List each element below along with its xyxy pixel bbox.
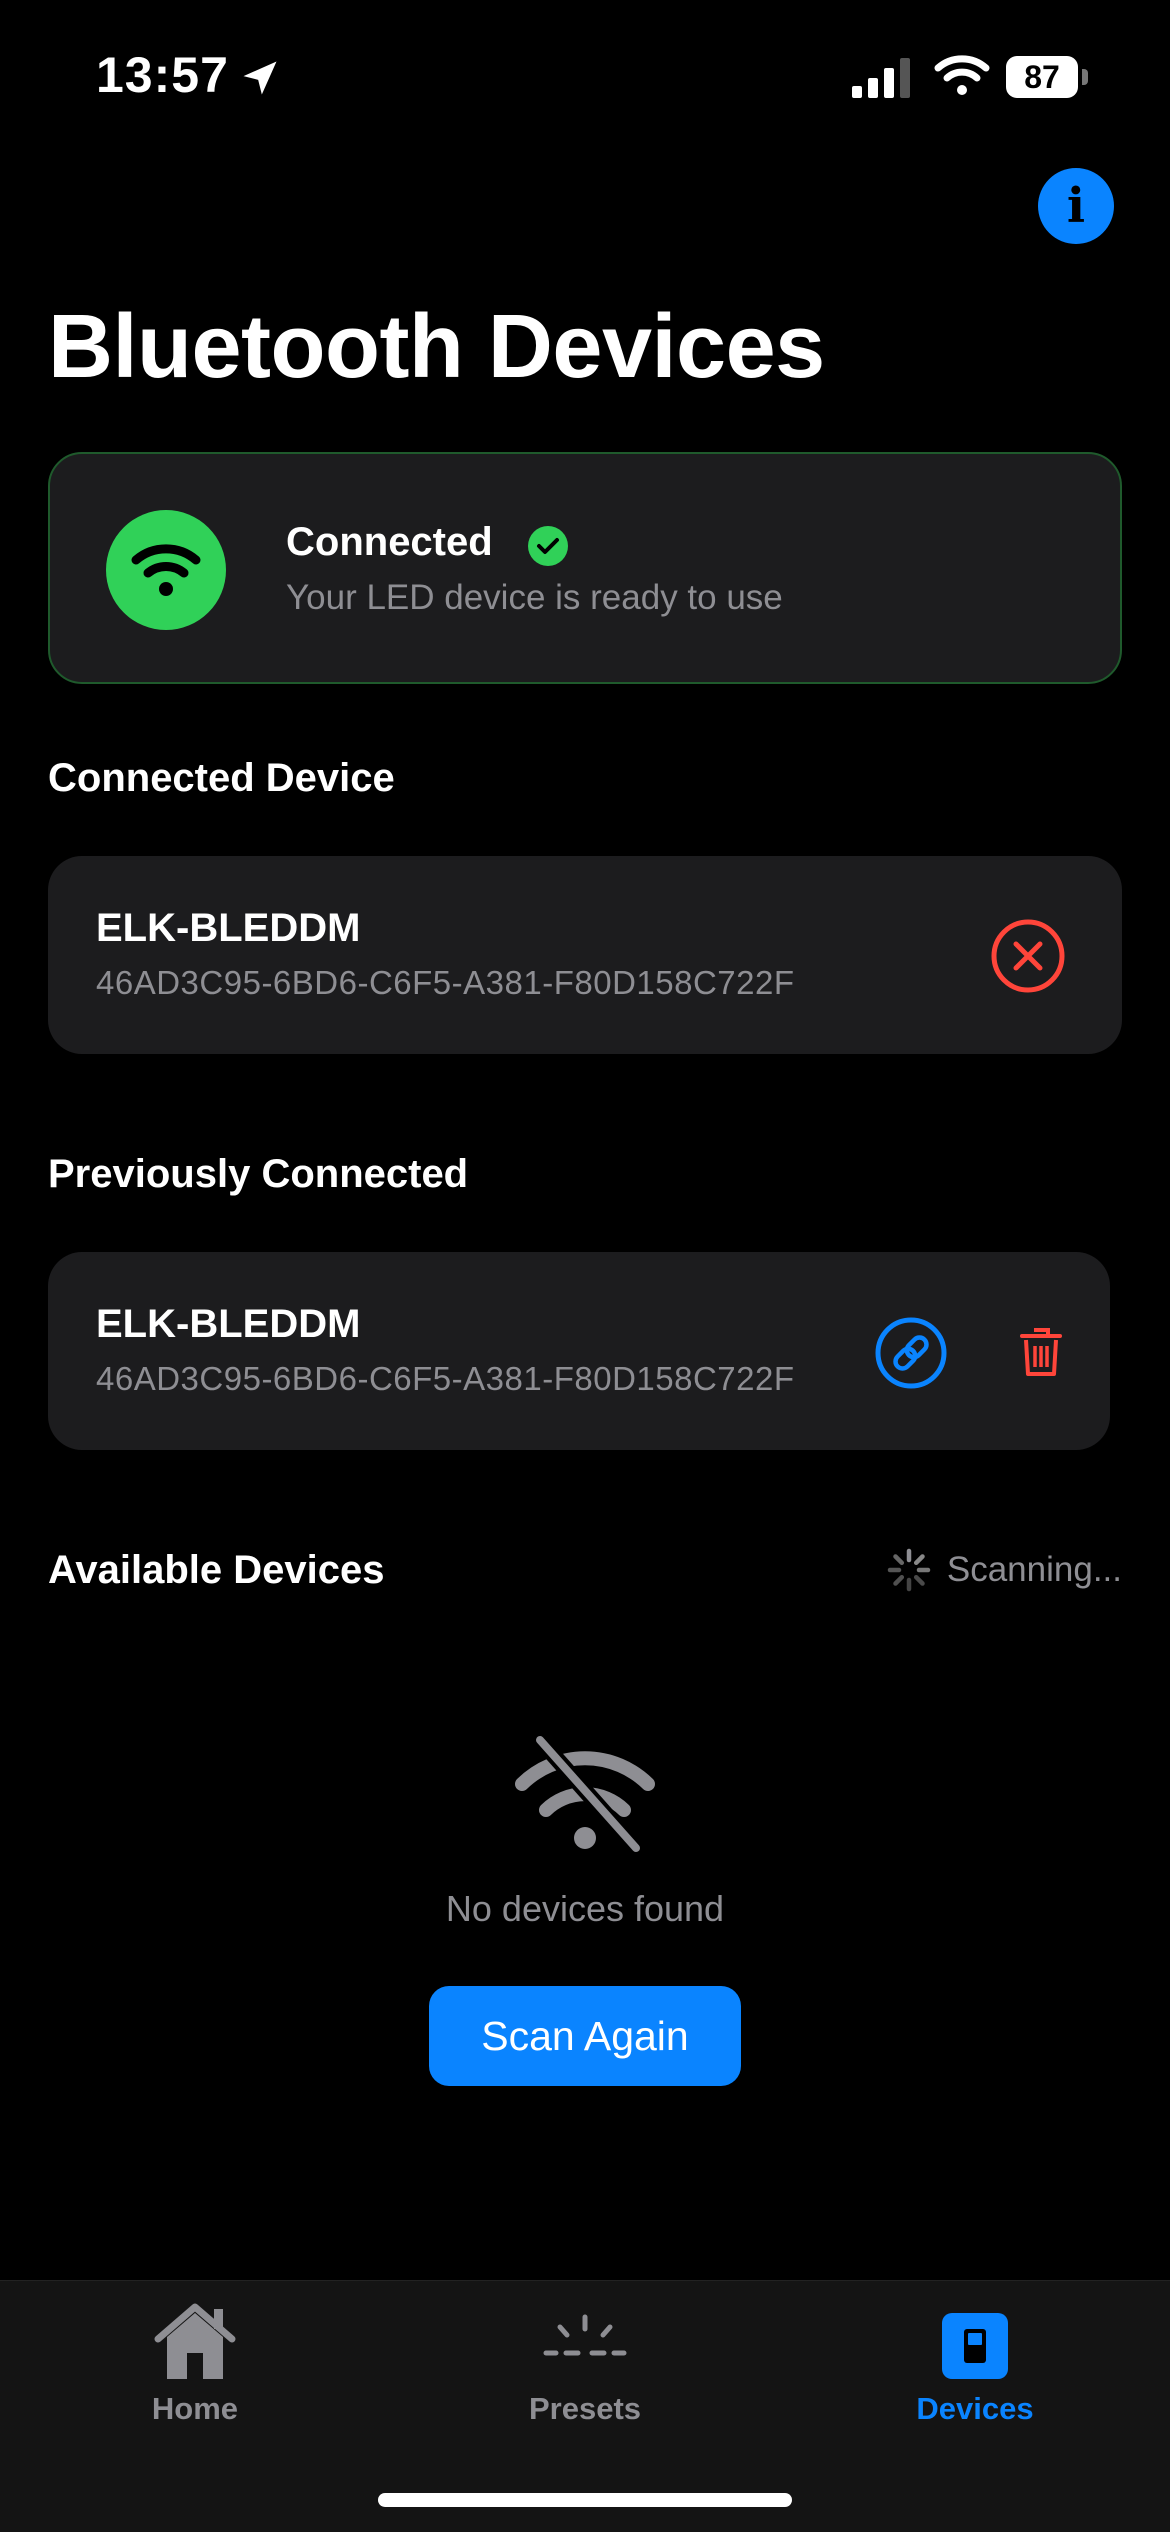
wifi-status-icon [934,55,990,95]
cellular-signal-icon [852,58,910,98]
house-icon [154,2303,236,2379]
battery-tip [1082,69,1088,85]
device-name: ELK-BLEDDM [96,906,361,950]
scan-again-button[interactable]: Scan Again [429,1986,741,2086]
tab-presets[interactable]: Presets [390,2281,780,2451]
tab-label: Home [151,2391,239,2426]
connection-status-card: Connected Your LED device is ready to us… [48,452,1122,684]
tab-devices[interactable]: Devices [780,2281,1170,2451]
connected-device-card: ELK-BLEDDM 46AD3C95-6BD6-C6F5-A381-F80D1… [48,856,1122,1054]
battery-indicator: 87 [1006,56,1088,98]
device-id: 46AD3C95-6BD6-C6F5-A381-F80D158C722F [96,1360,795,1397]
page-title: Bluetooth Devices [48,297,825,397]
tab-home[interactable]: Home [0,2281,390,2451]
status-title: Connected [286,520,493,564]
device-icon [942,2313,1008,2379]
info-icon: i [1066,178,1086,234]
device-id: 46AD3C95-6BD6-C6F5-A381-F80D158C722F [96,964,795,1001]
previous-device-card: ELK-BLEDDM 46AD3C95-6BD6-C6F5-A381-F80D1… [48,1252,1110,1450]
tab-label: Devices [916,2391,1034,2426]
info-button[interactable]: i [1038,168,1114,244]
x-circle-icon [991,919,1065,993]
link-icon [875,1317,947,1389]
disconnect-button[interactable] [990,918,1066,994]
spinner-icon [887,1548,931,1592]
status-time: 13:57 [96,47,229,103]
delete-button[interactable] [1020,1326,1062,1378]
trash-icon [1020,1328,1062,1376]
location-arrow-icon [243,61,277,95]
sunrise-icon [543,2314,627,2356]
battery-level: 87 [1006,56,1078,98]
tab-label: Presets [528,2391,642,2426]
previously-connected-title: Previously Connected [48,1152,469,1196]
scanning-label: Scanning... [946,1550,1122,1589]
reconnect-button[interactable] [874,1316,948,1390]
checkmark-circle-icon [528,526,568,566]
empty-state-text: No devices found [445,1888,725,1929]
status-bar: 13:57 87 [0,0,1170,150]
tab-bar: Home Presets Devices [0,2280,1170,2532]
home-indicator [378,2493,792,2507]
status-icon-circle [106,510,226,630]
connected-device-title: Connected Device [48,756,395,800]
scanning-indicator: Scanning... [887,1548,1122,1592]
device-name: ELK-BLEDDM [96,1302,361,1346]
wifi-icon [131,544,201,596]
available-devices-title: Available Devices [48,1548,385,1592]
status-subtitle: Your LED device is ready to use [286,578,783,617]
wifi-slash-icon [515,1734,655,1854]
